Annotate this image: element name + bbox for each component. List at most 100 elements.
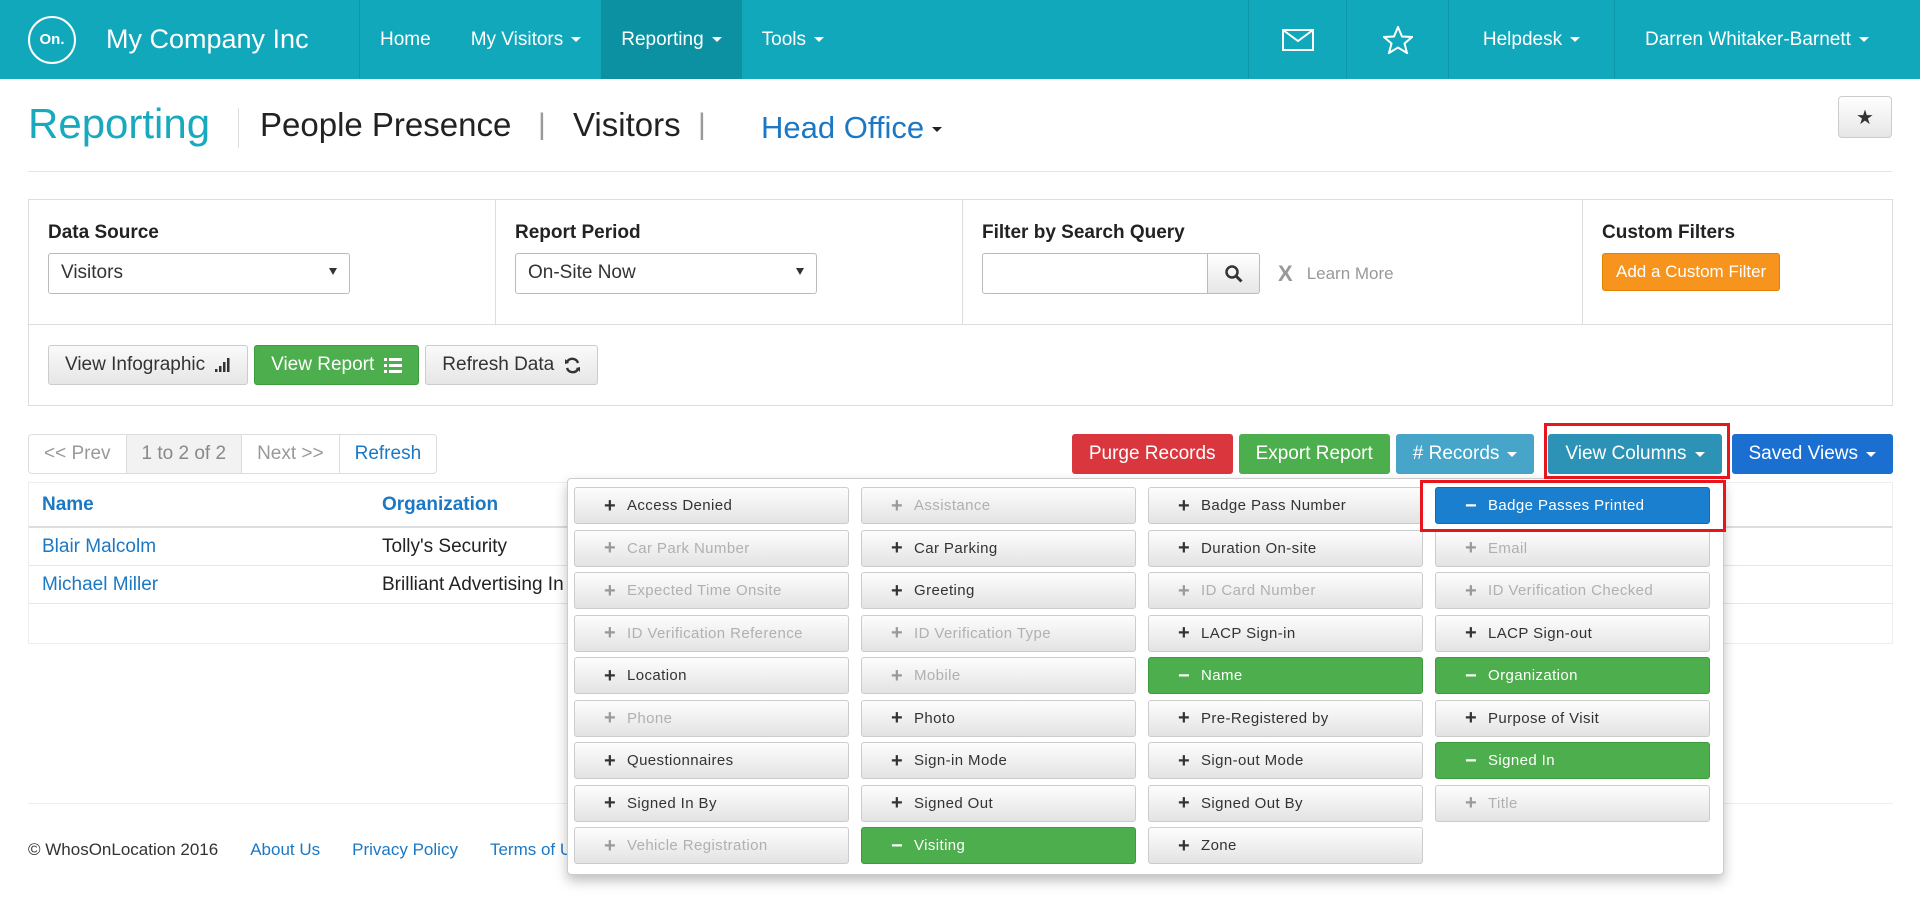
- plus-icon: +: [603, 792, 617, 814]
- company-logo: On.: [28, 15, 76, 64]
- column-toggle-email: + Email: [1435, 529, 1710, 567]
- column-toggle-organization[interactable]: − Organization: [1435, 657, 1710, 694]
- about-us-link[interactable]: About Us: [250, 840, 320, 860]
- column-toggle-label: Sign-out Mode: [1201, 752, 1304, 769]
- close-icon[interactable]: X: [1278, 261, 1293, 287]
- site-selector[interactable]: Head Office: [761, 110, 943, 146]
- column-toggle-label: Assistance: [914, 497, 991, 514]
- column-toggle-greeting[interactable]: + Greeting: [861, 572, 1136, 609]
- column-toggle-signed-in[interactable]: − Signed In: [1435, 742, 1710, 779]
- plus-icon: +: [603, 749, 617, 772]
- minus-icon: −: [1464, 494, 1478, 517]
- plus-icon: +: [1177, 834, 1191, 857]
- learn-more-link[interactable]: X Learn More: [1278, 261, 1394, 287]
- column-toggle-signed-in-by[interactable]: + Signed In By: [574, 784, 849, 822]
- view-infographic-button[interactable]: View Infographic: [48, 345, 249, 385]
- plus-icon: +: [1177, 494, 1191, 517]
- column-toggle-lacp-sign-out[interactable]: + LACP Sign-out: [1435, 614, 1710, 652]
- visitor-name-link[interactable]: Blair Malcolm: [29, 536, 369, 558]
- export-report-button[interactable]: Export Report: [1238, 434, 1390, 474]
- purge-records-button[interactable]: Purge Records: [1071, 434, 1233, 474]
- column-toggle-signed-out[interactable]: + Signed Out: [861, 784, 1136, 822]
- column-toggle-lacp-sign-in[interactable]: + LACP Sign-in: [1148, 614, 1423, 652]
- nav-user-menu[interactable]: Darren Whitaker-Barnett: [1614, 0, 1920, 79]
- column-toggle-questionnaires[interactable]: + Questionnaires: [574, 742, 849, 779]
- column-toggle-sign-out-mode[interactable]: + Sign-out Mode: [1148, 742, 1423, 779]
- pagination: << Prev 1 to 2 of 2 Next >> Refresh: [28, 434, 438, 474]
- column-toggle-label: LACP Sign-in: [1201, 624, 1296, 642]
- column-toggle-id-verification-type: + ID Verification Type: [861, 614, 1136, 652]
- column-toggle-expected-time-onsite: + Expected Time Onsite: [574, 572, 849, 609]
- column-toggle-badge-passes-printed[interactable]: − Badge Passes Printed: [1435, 487, 1710, 524]
- plus-icon: +: [890, 792, 904, 814]
- breadcrumb-people-presence[interactable]: People Presence: [260, 106, 511, 144]
- column-toggle-label: Signed Out: [914, 794, 994, 812]
- column-toggle-duration-on-site[interactable]: + Duration On-site: [1148, 529, 1423, 567]
- column-toggle-purpose-of-visit[interactable]: + Purpose of Visit: [1435, 699, 1710, 737]
- visitor-name-link[interactable]: Michael Miller: [29, 574, 369, 596]
- messages-button[interactable]: [1248, 0, 1346, 79]
- search-input[interactable]: [982, 253, 1208, 294]
- nav-tools[interactable]: Tools: [742, 0, 844, 79]
- nav-home[interactable]: Home: [360, 0, 451, 79]
- column-toggle-label: Access Denied: [627, 497, 733, 514]
- next-page-button[interactable]: Next >>: [242, 435, 340, 473]
- column-toggle-id-verification-reference: + ID Verification Reference: [574, 614, 849, 652]
- column-toggle-label: Signed Out By: [1201, 794, 1303, 812]
- view-infographic-label: View Infographic: [65, 354, 206, 375]
- bookmark-star-button[interactable]: ★: [1838, 96, 1892, 138]
- visitor-organization: Brilliant Advertising In: [382, 573, 564, 595]
- report-period-select[interactable]: On-Site Now: [515, 253, 817, 294]
- column-toggle-photo[interactable]: + Photo: [861, 699, 1136, 737]
- column-toggle-pre-registered-by[interactable]: + Pre-Registered by: [1148, 699, 1423, 737]
- refresh-data-button[interactable]: Refresh Data: [425, 345, 599, 385]
- plus-icon: +: [603, 494, 617, 517]
- view-report-button[interactable]: View Report: [254, 345, 420, 385]
- plus-icon: +: [1464, 579, 1478, 602]
- column-header-organization[interactable]: Organization: [369, 494, 569, 516]
- column-toggle-label: Sign-in Mode: [914, 752, 1008, 769]
- privacy-policy-link[interactable]: Privacy Policy: [352, 840, 458, 860]
- column-toggle-visiting[interactable]: − Visiting: [861, 827, 1136, 864]
- column-toggle-signed-out-by[interactable]: + Signed Out By: [1148, 784, 1423, 822]
- column-toggle-label: Expected Time Onsite: [627, 582, 782, 599]
- report-period-label: Report Period: [515, 222, 641, 243]
- column-toggle-car-parking[interactable]: + Car Parking: [861, 529, 1136, 567]
- refresh-button[interactable]: Refresh: [340, 435, 437, 473]
- nav-my-visitors[interactable]: My Visitors: [451, 0, 602, 79]
- column-toggle-vehicle-registration: + Vehicle Registration: [574, 827, 849, 864]
- search-button[interactable]: [1208, 253, 1260, 294]
- data-source-select[interactable]: Visitors: [48, 253, 350, 294]
- plus-icon: +: [890, 664, 904, 687]
- plus-icon: +: [1464, 707, 1478, 729]
- prev-page-button[interactable]: << Prev: [29, 435, 127, 473]
- column-toggle-location[interactable]: + Location: [574, 657, 849, 694]
- column-toggle-name[interactable]: − Name: [1148, 657, 1423, 694]
- nav-my-visitors-label: My Visitors: [470, 28, 564, 50]
- add-custom-filter-button[interactable]: Add a Custom Filter: [1602, 253, 1781, 291]
- saved-views-button[interactable]: Saved Views: [1731, 434, 1893, 474]
- column-toggle-title: + Title: [1435, 784, 1710, 822]
- plus-icon: +: [890, 537, 904, 559]
- records-dropdown-button[interactable]: # Records: [1395, 434, 1535, 474]
- favorites-button[interactable]: [1346, 0, 1448, 79]
- nav-helpdesk[interactable]: Helpdesk: [1448, 0, 1614, 79]
- nav-reporting[interactable]: Reporting: [601, 0, 742, 79]
- column-toggle-label: Badge Pass Number: [1201, 497, 1347, 514]
- plus-icon: +: [1177, 622, 1191, 644]
- column-toggle-badge-pass-number[interactable]: + Badge Pass Number: [1148, 487, 1423, 524]
- brand[interactable]: On. My Company Inc: [0, 0, 360, 79]
- column-toggle-zone[interactable]: + Zone: [1148, 827, 1423, 864]
- column-toggle-sign-in-mode[interactable]: + Sign-in Mode: [861, 742, 1136, 779]
- column-toggle-assistance: + Assistance: [861, 487, 1136, 524]
- column-toggle-access-denied[interactable]: + Access Denied: [574, 487, 849, 524]
- nav-tools-label: Tools: [761, 28, 806, 50]
- breadcrumb-visitors[interactable]: Visitors: [573, 106, 681, 144]
- column-header-name[interactable]: Name: [29, 494, 369, 516]
- plus-icon: +: [1177, 707, 1191, 729]
- column-toggle-label: ID Verification Checked: [1488, 582, 1654, 599]
- nav-home-label: Home: [380, 28, 431, 50]
- column-toggle-id-card-number: + ID Card Number: [1148, 572, 1423, 609]
- column-toggle-label: LACP Sign-out: [1488, 624, 1593, 642]
- view-columns-button[interactable]: View Columns: [1548, 434, 1722, 474]
